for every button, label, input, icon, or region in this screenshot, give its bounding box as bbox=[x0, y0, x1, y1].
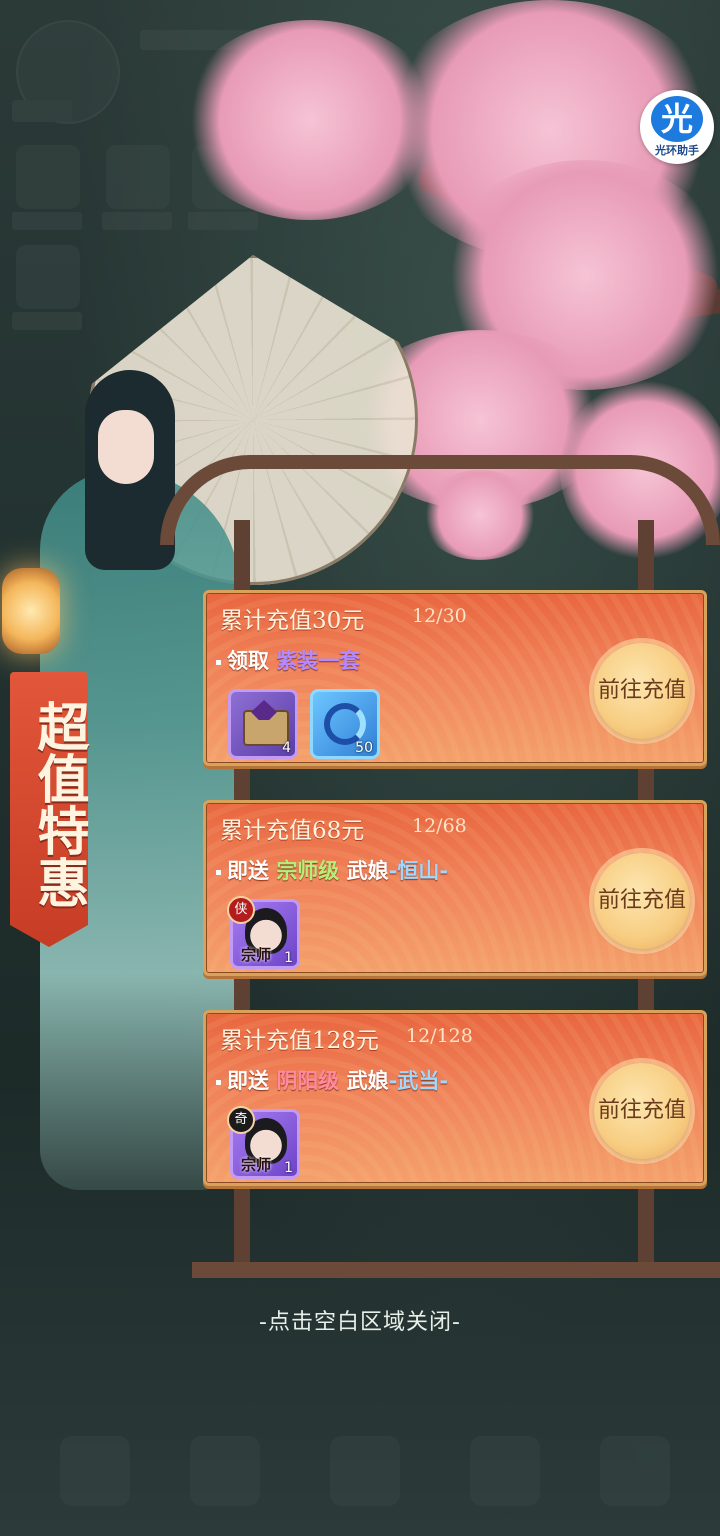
reward-prefix: 领取 bbox=[227, 649, 269, 673]
hero-name: -武当- bbox=[388, 1069, 449, 1093]
reward-prefix: 即送 bbox=[227, 859, 269, 883]
promo-banner-text: 超值特惠 bbox=[28, 700, 89, 908]
blue-swirl-orb-icon bbox=[324, 703, 366, 745]
background-nav-icon bbox=[330, 1436, 400, 1506]
hero-class-badge: 侠 bbox=[227, 896, 255, 924]
helper-app-button[interactable]: 光 光环助手 bbox=[640, 90, 714, 164]
card-reward-line: 即送 阴阳级 武娘-武当- bbox=[216, 1065, 448, 1095]
hero-rank-tag: 宗师 bbox=[241, 1156, 272, 1174]
reward-item[interactable]: 50 bbox=[310, 689, 380, 759]
character-face bbox=[98, 410, 154, 484]
card-progress: 12/68 bbox=[412, 815, 467, 837]
hero-grade: 阴阳级 bbox=[276, 1069, 340, 1093]
gate-base bbox=[192, 1262, 720, 1278]
reward-prefix: 即送 bbox=[227, 1069, 269, 1093]
background-scene[interactable]: 超值特惠 光 光环助手 累计充值30元 12/30 领取 紫装一套 4 50 前… bbox=[0, 0, 720, 1536]
item-quantity: 1 bbox=[284, 950, 293, 966]
card-reward-line: 领取 紫装一套 bbox=[216, 645, 360, 675]
bullet-icon bbox=[216, 1079, 221, 1085]
hero-rank-tag: 宗师 bbox=[241, 946, 272, 964]
bullet-icon bbox=[216, 659, 221, 665]
item-quantity: 1 bbox=[284, 1160, 293, 1176]
bullet-icon bbox=[216, 869, 221, 875]
recharge-reward-card: 累计充值128元 12/128 即送 阴阳级 武娘-武当- 奇 宗师 1 前往充… bbox=[203, 1010, 707, 1186]
helper-logo-icon: 光 bbox=[651, 96, 703, 142]
hero-class-badge: 奇 bbox=[227, 1106, 255, 1134]
background-nav-icon bbox=[600, 1436, 670, 1506]
background-nav-icon bbox=[190, 1436, 260, 1506]
background-menu-label bbox=[12, 312, 82, 330]
lantern-icon bbox=[2, 568, 60, 654]
background-bottom-nav bbox=[0, 1386, 720, 1536]
recharge-reward-card: 累计充值68元 12/68 即送 宗师级 武娘-恒山- 侠 宗师 1 前往充值 bbox=[203, 800, 707, 976]
background-nav-icon bbox=[470, 1436, 540, 1506]
background-menu-label bbox=[188, 212, 258, 230]
hero-name: -恒山- bbox=[388, 859, 449, 883]
card-reward-line: 即送 宗师级 武娘-恒山- bbox=[216, 855, 448, 885]
background-menu-icon bbox=[16, 145, 80, 209]
reward-hero-item[interactable]: 侠 宗师 1 bbox=[227, 896, 300, 969]
hero-type: 武娘 bbox=[346, 859, 389, 883]
goto-recharge-button[interactable]: 前往充值 bbox=[594, 853, 690, 949]
goto-recharge-button[interactable]: 前往充值 bbox=[594, 1063, 690, 1159]
card-progress: 12/128 bbox=[406, 1025, 473, 1047]
card-title: 累计充值30元 bbox=[220, 608, 365, 634]
goto-recharge-button[interactable]: 前往充值 bbox=[594, 643, 690, 739]
reward-item[interactable]: 4 bbox=[228, 689, 298, 759]
recharge-reward-card: 累计充值30元 12/30 领取 紫装一套 4 50 前往充值 bbox=[203, 590, 707, 766]
item-quantity: 50 bbox=[355, 740, 373, 756]
hero-grade: 宗师级 bbox=[276, 859, 340, 883]
background-menu-icon bbox=[106, 145, 170, 209]
background-menu-icon bbox=[16, 245, 80, 309]
helper-label: 光环助手 bbox=[655, 144, 699, 157]
close-hint[interactable]: -点击空白区域关闭- bbox=[0, 1304, 720, 1336]
hero-type: 武娘 bbox=[346, 1069, 389, 1093]
item-quantity: 4 bbox=[282, 740, 291, 756]
card-title: 累计充值68元 bbox=[220, 818, 365, 844]
reward-hero-item[interactable]: 奇 宗师 1 bbox=[227, 1106, 300, 1179]
background-menu-label bbox=[12, 212, 82, 230]
reward-highlight: 紫装一套 bbox=[276, 649, 361, 673]
card-progress: 12/30 bbox=[412, 605, 467, 627]
card-title: 累计充值128元 bbox=[220, 1028, 379, 1054]
background-level bbox=[12, 100, 72, 122]
background-nav-icon bbox=[60, 1436, 130, 1506]
background-menu-label bbox=[102, 212, 172, 230]
